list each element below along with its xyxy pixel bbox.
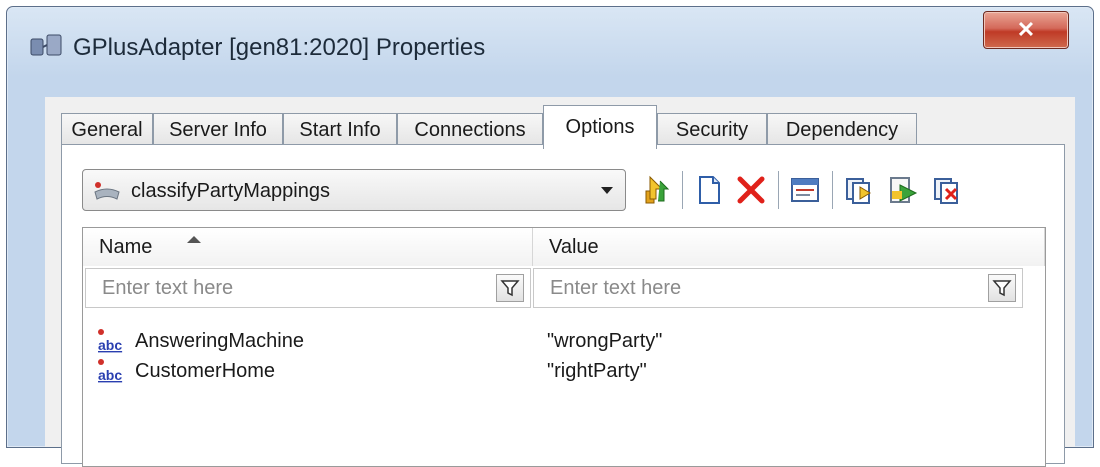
- option-name: AnsweringMachine: [135, 330, 304, 352]
- options-panel: classifyPartyMappings Name Value Enter t…: [61, 144, 1065, 467]
- sort-ascending-icon: [187, 236, 201, 243]
- option-value: "rightParty": [547, 360, 647, 382]
- svg-text:abc: abc: [98, 367, 122, 383]
- name-filter-input[interactable]: [86, 269, 530, 307]
- name-filter: [85, 268, 531, 308]
- table-row[interactable]: abc AnsweringMachine "wrongParty": [83, 326, 1045, 356]
- toolbar-separator: [832, 171, 833, 209]
- tab-label: Start Info: [299, 119, 381, 141]
- tab-label: General: [71, 119, 143, 141]
- section-dropdown[interactable]: classifyPartyMappings: [82, 169, 626, 211]
- column-header-name[interactable]: Name: [83, 228, 533, 266]
- title-bar[interactable]: GPlusAdapter [gen81:2020] Properties ✕: [7, 7, 1093, 85]
- toolbar-separator: [682, 171, 683, 209]
- tab-dependency[interactable]: Dependency: [767, 113, 917, 147]
- tab-options[interactable]: Options: [543, 105, 657, 149]
- close-icon: ✕: [1016, 17, 1036, 42]
- string-type-icon: abc: [97, 328, 133, 354]
- svg-text:abc: abc: [98, 337, 122, 353]
- tab-general[interactable]: General: [61, 113, 153, 147]
- tab-label: Security: [675, 119, 749, 141]
- tab-connections[interactable]: Connections: [397, 113, 543, 147]
- filter-funnel-icon[interactable]: [496, 274, 524, 302]
- section-icon: [93, 180, 121, 202]
- window-title: GPlusAdapter [gen81:2020] Properties: [73, 34, 486, 61]
- import-icon[interactable]: [640, 173, 674, 207]
- option-name: CustomerHome: [135, 360, 276, 382]
- column-header-label: Name: [99, 235, 153, 258]
- adapter-icon: [29, 31, 63, 61]
- value-filter-input[interactable]: [534, 269, 1022, 307]
- column-header-value[interactable]: Value: [533, 228, 1045, 266]
- remove-section-icon[interactable]: [930, 173, 964, 207]
- chevron-down-icon[interactable]: [601, 187, 613, 194]
- table-row[interactable]: abc CustomerHome "rightParty": [83, 356, 1045, 386]
- tab-start-info[interactable]: Start Info: [283, 113, 397, 147]
- properties-window: GPlusAdapter [gen81:2020] Properties ✕ G…: [6, 6, 1094, 467]
- section-dropdown-value: classifyPartyMappings: [131, 180, 330, 202]
- close-button[interactable]: ✕: [983, 11, 1069, 49]
- tab-server-info[interactable]: Server Info: [153, 113, 283, 147]
- options-grid: Name Value Enter text here Enter text he…: [82, 227, 1046, 467]
- tab-label: Options: [565, 116, 635, 138]
- filter-funnel-icon[interactable]: [988, 274, 1016, 302]
- tab-label: Dependency: [785, 119, 899, 141]
- toolbar-separator: [778, 171, 779, 209]
- delete-icon[interactable]: [734, 173, 768, 207]
- value-filter: [533, 268, 1023, 308]
- tab-label: Server Info: [169, 119, 267, 141]
- option-value: "wrongParty": [547, 330, 663, 352]
- column-header-label: Value: [549, 235, 599, 258]
- tab-label: Connections: [414, 119, 526, 141]
- string-type-icon: abc: [97, 358, 133, 384]
- dialog-client: General Server Info Start Info Connectio…: [45, 97, 1075, 467]
- copy-icon[interactable]: [842, 173, 876, 207]
- properties-icon[interactable]: [788, 173, 822, 207]
- export-icon[interactable]: [886, 173, 920, 207]
- new-icon[interactable]: [692, 173, 726, 207]
- tab-security[interactable]: Security: [657, 113, 767, 147]
